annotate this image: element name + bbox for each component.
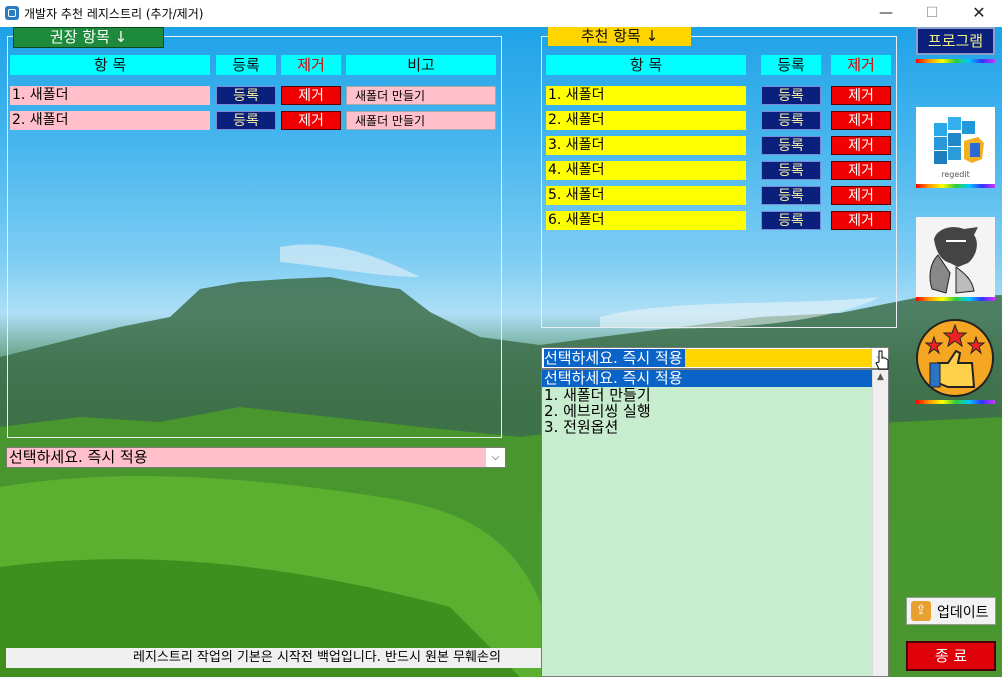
close-button[interactable]: ✕ <box>956 0 1002 27</box>
right-options-list: 선택하세요. 즉시 적용 1. 새폴더 만들기 2. 에브리씽 실행 3. 전원… <box>541 369 889 677</box>
minimize-button[interactable]: — <box>863 0 909 27</box>
rating-button[interactable] <box>916 317 995 400</box>
client-area: 권장 항목 ↓ 항 목 등록 제거 비고 1. 새폴더 등록 제거 새폴더 만들… <box>0 27 1002 677</box>
left-select-value: 선택하세요. 즉시 적용 <box>9 448 148 466</box>
left-note-2: 새폴더 만들기 <box>346 111 496 130</box>
option-0[interactable]: 선택하세요. 즉시 적용 <box>544 370 874 387</box>
right-remove-button-6[interactable]: 제거 <box>831 211 891 230</box>
left-item-1: 1. 새폴더 <box>10 86 210 105</box>
rainbow-divider <box>916 400 995 404</box>
suggested-panel <box>541 36 897 328</box>
right-remove-button-2[interactable]: 제거 <box>831 111 891 130</box>
left-note-1: 새폴더 만들기 <box>346 86 496 105</box>
right-item-1: 1. 새폴더 <box>546 86 746 105</box>
right-register-button-6[interactable]: 등록 <box>761 211 821 230</box>
right-action-combo[interactable]: 선택하세요. 즉시 적용 ⌵ <box>541 347 889 369</box>
right-col-reg-header: 등록 <box>761 55 821 75</box>
update-button[interactable]: ⇪ 업데이트 <box>906 597 996 625</box>
option-1[interactable]: 1. 새폴더 만들기 <box>544 387 874 403</box>
right-item-4: 4. 새폴더 <box>546 161 746 180</box>
right-remove-button-3[interactable]: 제거 <box>831 136 891 155</box>
recommended-header: 권장 항목 ↓ <box>13 27 164 48</box>
program-button[interactable]: 프로그램 <box>916 27 995 55</box>
right-item-3: 3. 새폴더 <box>546 136 746 155</box>
left-col-reg-header: 등록 <box>216 55 276 75</box>
right-combo-value: 선택하세요. 즉시 적용 <box>544 349 685 367</box>
left-register-button-2[interactable]: 등록 <box>216 111 276 130</box>
left-item-2: 2. 새폴더 <box>10 111 210 130</box>
list-scrollbar[interactable]: ▲ <box>872 370 888 676</box>
regedit-button[interactable]: regedit <box>916 107 995 184</box>
left-remove-button-1[interactable]: 제거 <box>281 86 341 105</box>
status-bar: 레지스트리 작업의 기본은 시작전 백업입니다. 반드시 원본 무훼손의 <box>6 648 541 668</box>
right-remove-button-1[interactable]: 제거 <box>831 86 891 105</box>
hand-cursor-icon <box>875 350 889 370</box>
regedit-label: regedit <box>941 170 970 179</box>
right-register-button-4[interactable]: 등록 <box>761 161 821 180</box>
option-3[interactable]: 3. 전원옵션 <box>544 419 874 435</box>
right-item-2: 2. 새폴더 <box>546 111 746 130</box>
app-window: 개발자 추천 레지스트리 (추가/제거) — ☐ ✕ 권장 항목 ↓ 항 목 등… <box>0 0 1002 677</box>
right-remove-button-5[interactable]: 제거 <box>831 186 891 205</box>
update-label: 업데이트 <box>937 605 989 621</box>
rainbow-divider <box>916 297 995 301</box>
right-item-5: 5. 새폴더 <box>546 186 746 205</box>
rainbow-divider <box>916 184 995 188</box>
left-action-select[interactable]: 선택하세요. 즉시 적용 ⌵ <box>6 447 506 468</box>
right-register-button-1[interactable]: 등록 <box>761 86 821 105</box>
thumbs-up-stars-icon <box>916 319 994 397</box>
maximize-button[interactable]: ☐ <box>909 0 955 27</box>
left-remove-button-2[interactable]: 제거 <box>281 111 341 130</box>
suggested-header: 추천 항목 ↓ <box>548 27 691 46</box>
right-col-del-header: 제거 <box>831 55 891 75</box>
scroll-up-icon[interactable]: ▲ <box>873 370 888 384</box>
left-register-button-1[interactable]: 등록 <box>216 86 276 105</box>
app-icon <box>5 6 19 20</box>
update-icon: ⇪ <box>911 601 931 621</box>
rainbow-divider <box>916 59 995 63</box>
right-register-button-2[interactable]: 등록 <box>761 111 821 130</box>
left-col-item-header: 항 목 <box>10 55 210 75</box>
status-message: 레지스트리 작업의 기본은 시작전 백업입니다. 반드시 원본 무훼손의 <box>133 650 501 665</box>
left-col-del-header: 제거 <box>281 55 341 75</box>
character-button[interactable] <box>916 217 995 297</box>
right-item-6: 6. 새폴더 <box>546 211 746 230</box>
exit-button[interactable]: 종 료 <box>906 641 996 671</box>
right-remove-button-4[interactable]: 제거 <box>831 161 891 180</box>
right-register-button-5[interactable]: 등록 <box>761 186 821 205</box>
right-register-button-3[interactable]: 등록 <box>761 136 821 155</box>
option-2[interactable]: 2. 에브리씽 실행 <box>544 403 874 419</box>
chevron-down-icon[interactable]: ⌵ <box>486 448 505 467</box>
right-col-item-header: 항 목 <box>546 55 746 75</box>
character-sketch-icon <box>929 227 978 294</box>
title-bar: 개발자 추천 레지스트리 (추가/제거) — ☐ ✕ <box>0 0 1002 28</box>
left-col-note-header: 비고 <box>346 55 496 75</box>
window-title: 개발자 추천 레지스트리 (추가/제거) <box>24 7 204 21</box>
